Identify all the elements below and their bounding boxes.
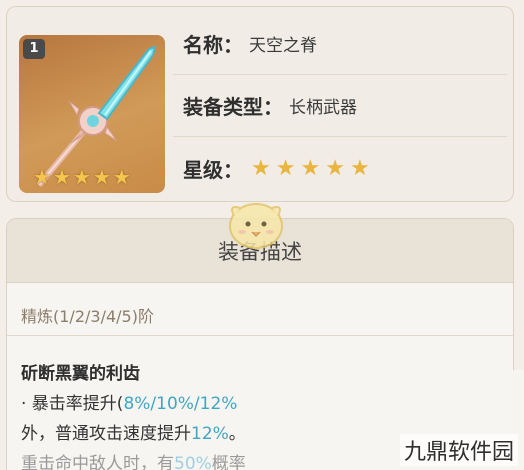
refine-levels: 精炼(1/2/3/4/5)阶 [21,307,154,326]
line2-prefix: 外，普通攻击速度提升 [21,424,191,444]
line2-value: 12% [191,424,229,444]
thumbnail-rarity-stars: ★ ★ ★ ★ ★ [33,167,131,187]
star-icon: ★ [300,155,321,181]
description-line-2: 外，普通攻击速度提升12%。 [21,419,246,444]
star-icon: ★ [251,155,271,181]
line1-values: 8%/10%/12% [123,394,238,414]
divider [7,335,513,336]
type-row: 装备类型： 长柄武器 [173,75,507,137]
star-icon: ★ [112,165,131,189]
name-value: 天空之脊 [249,36,317,56]
line3-suffix: 概率 [211,454,246,470]
line3-value: 50% [174,454,212,470]
description-line-1: · 暴击率提升(8%/10%/12% [21,389,237,414]
type-value: 长柄武器 [289,98,357,118]
name-row: 名称： 天空之脊 [173,13,507,75]
star-icon: ★ [325,155,345,181]
star-icon: ★ [349,155,370,181]
site-watermark: 九鼎软件园 [399,434,518,466]
type-label: 装备类型： [183,95,283,119]
description-line-3: 重击命中敌人时，有50%概率 [21,449,246,470]
line2-suffix: 。 [228,424,246,444]
star-icon: ★ [52,165,71,189]
weapon-thumbnail: 1 ★ ★ ★ ★ ★ [19,35,165,193]
name-label: 名称： [183,33,243,57]
line1-prefix: · 暴击率提升( [21,394,124,414]
star-icon: ★ [92,165,111,189]
rarity-stars: ★ ★ ★ ★ ★ [251,156,370,181]
star-icon: ★ [72,165,91,189]
weapon-info-card: 1 ★ ★ ★ ★ ★ 名称： 天空之脊 装备类型： 长柄武器 星级： ★ ★ … [6,6,514,202]
passive-title: 斫断黑翼的利齿 [21,364,140,384]
weapon-attributes: 名称： 天空之脊 装备类型： 长柄武器 星级： ★ ★ ★ ★ ★ [173,13,507,195]
star-icon: ★ [275,155,296,181]
star-icon: ★ [33,165,51,189]
rarity-label: 星级： [183,157,243,182]
mascot-watermark-icon [229,203,283,249]
line3-prefix: 重击命中敌人时，有 [21,454,174,470]
